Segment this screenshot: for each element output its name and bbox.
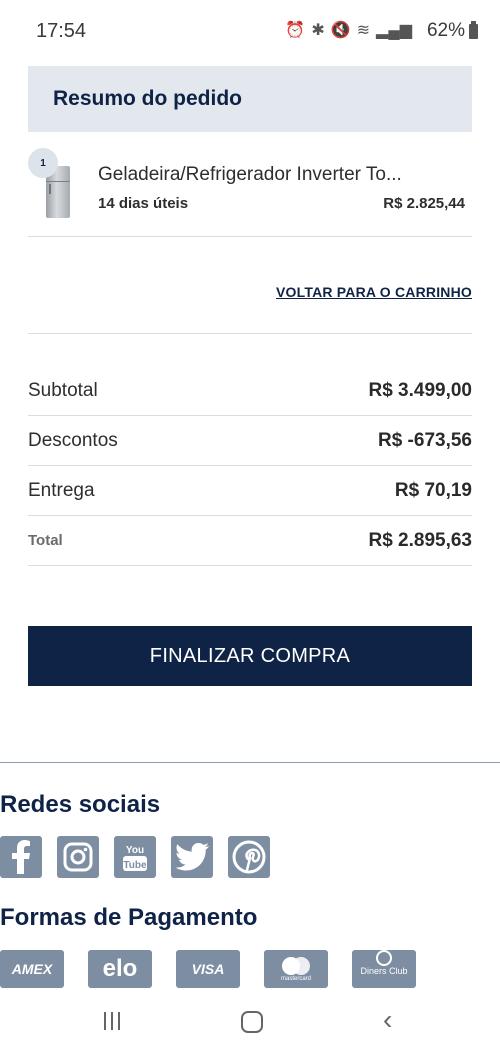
- product-price: R$ 2.825,44: [383, 195, 465, 212]
- twitter-icon[interactable]: [171, 836, 213, 878]
- svg-text:Tube: Tube: [123, 860, 147, 871]
- footer-divider: [0, 762, 500, 763]
- home-icon[interactable]: [241, 1011, 263, 1033]
- battery-percent: 62%: [426, 20, 465, 41]
- bluetooth-icon: ✱: [311, 22, 325, 39]
- subtotal-row: Subtotal R$ 3.499,00: [28, 366, 472, 416]
- wifi-icon: ≋: [356, 22, 371, 39]
- social-icons: You Tube: [0, 836, 270, 878]
- order-product[interactable]: 1 Geladeira/Refrigerador Inverter To... …: [28, 144, 472, 237]
- total-value: R$ 2.895,63: [368, 529, 472, 551]
- summary-header: Resumo do pedido: [28, 66, 472, 132]
- checkout-button[interactable]: FINALIZAR COMPRA: [28, 626, 472, 686]
- elo-icon: elo: [88, 950, 152, 988]
- total-row: Total R$ 2.895,63: [28, 516, 472, 566]
- payment-title: Formas de Pagamento: [0, 904, 258, 931]
- system-nav-bar: ‹: [0, 990, 500, 1056]
- order-totals: Subtotal R$ 3.499,00 Descontos R$ -673,5…: [28, 366, 472, 566]
- back-icon[interactable]: ‹: [383, 1004, 392, 1036]
- youtube-icon[interactable]: You Tube: [114, 836, 156, 878]
- svg-text:You: You: [126, 845, 144, 856]
- mute-icon: 🔇: [330, 22, 351, 39]
- subtotal-label: Subtotal: [28, 379, 98, 401]
- status-time: 17:54: [36, 20, 87, 42]
- status-icons: ⏰ ✱ 🔇 ≋ ▂▄▆: [285, 20, 412, 40]
- discount-label: Descontos: [28, 429, 118, 451]
- social-title: Redes sociais: [0, 791, 161, 818]
- divider: [28, 333, 472, 334]
- subtotal-value: R$ 3.499,00: [368, 379, 472, 401]
- shipping-label: Entrega: [28, 479, 95, 501]
- product-delivery-time: 14 dias úteis: [98, 195, 189, 212]
- amex-icon: AMEX: [0, 950, 64, 988]
- product-name: Geladeira/Refrigerador Inverter To...: [98, 164, 402, 185]
- pinterest-icon[interactable]: [228, 836, 270, 878]
- back-to-cart-link[interactable]: VOLTAR PARA O CARRINHO: [276, 284, 472, 300]
- alarm-icon: ⏰: [285, 22, 306, 39]
- facebook-icon[interactable]: [0, 836, 42, 878]
- battery-status: 62%: [427, 20, 478, 42]
- mastercard-icon: mastercard: [264, 950, 328, 988]
- recent-apps-icon[interactable]: [104, 1012, 120, 1030]
- discount-value: R$ -673,56: [377, 429, 472, 451]
- shipping-row: Entrega R$ 70,19: [28, 466, 472, 516]
- battery-icon: [469, 20, 478, 39]
- payment-icons: AMEX elo VISA mastercard Diners Club: [0, 950, 416, 988]
- quantity-badge: 1: [28, 148, 58, 178]
- shipping-value: R$ 70,19: [394, 479, 472, 501]
- diners-club-icon: Diners Club: [352, 950, 416, 988]
- total-label: Total: [28, 532, 63, 549]
- status-bar: 17:54 ⏰ ✱ 🔇 ≋ ▂▄▆ 62%: [0, 0, 500, 64]
- summary-title: Resumo do pedido: [53, 87, 242, 110]
- instagram-icon[interactable]: [57, 836, 99, 878]
- visa-icon: VISA: [176, 950, 240, 988]
- discount-row: Descontos R$ -673,56: [28, 416, 472, 466]
- signal-icon: ▂▄▆: [376, 22, 412, 39]
